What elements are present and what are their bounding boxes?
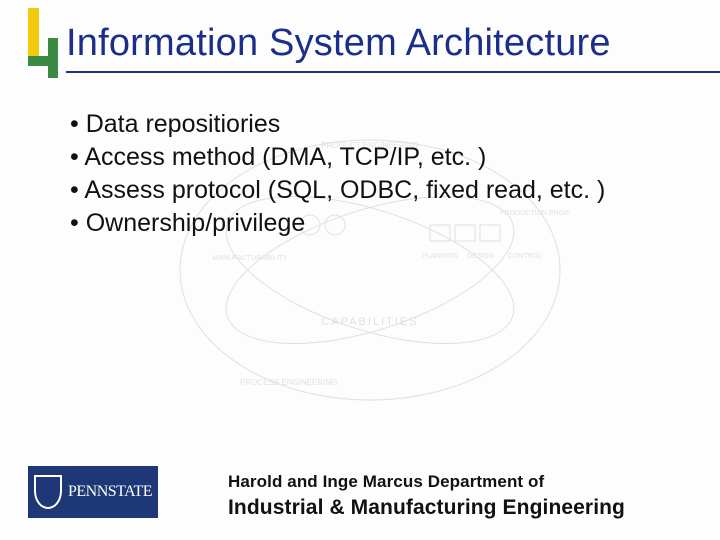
bullet-item: Ownership/privilege xyxy=(70,207,680,239)
title-accent-bars xyxy=(28,20,62,84)
svg-text:PLANNING: PLANNING xyxy=(422,253,458,260)
footer: PENNSTATE Harold and Inge Marcus Departm… xyxy=(28,462,692,522)
svg-text:DESIGN: DESIGN xyxy=(467,253,494,260)
department-block: Harold and Inge Marcus Department of Ind… xyxy=(228,472,692,520)
pennstate-label: PENNSTATE xyxy=(68,483,152,501)
shield-icon xyxy=(34,475,62,509)
bullet-list: Data repositiories Access method (DMA, T… xyxy=(70,108,680,240)
bullet-item: Data repositiories xyxy=(70,108,680,140)
svg-text:MANUFACTURABILITY: MANUFACTURABILITY xyxy=(213,255,288,262)
svg-text:CAPABILITIES: CAPABILITIES xyxy=(321,316,418,328)
pennstate-logo: PENNSTATE xyxy=(28,466,158,518)
department-line1: Harold and Inge Marcus Department of xyxy=(228,472,692,492)
bullet-item: Access method (DMA, TCP/IP, etc. ) xyxy=(70,141,680,173)
title-underline xyxy=(66,71,720,73)
slide-title: Information System Architecture xyxy=(66,22,611,65)
svg-text:CONTROL: CONTROL xyxy=(508,253,542,260)
department-line2: Industrial & Manufacturing Engineering xyxy=(228,496,692,520)
bullet-item: Assess protocol (SQL, ODBC, fixed read, … xyxy=(70,174,680,206)
svg-text:PROCESS ENGINEERING: PROCESS ENGINEERING xyxy=(240,378,337,387)
